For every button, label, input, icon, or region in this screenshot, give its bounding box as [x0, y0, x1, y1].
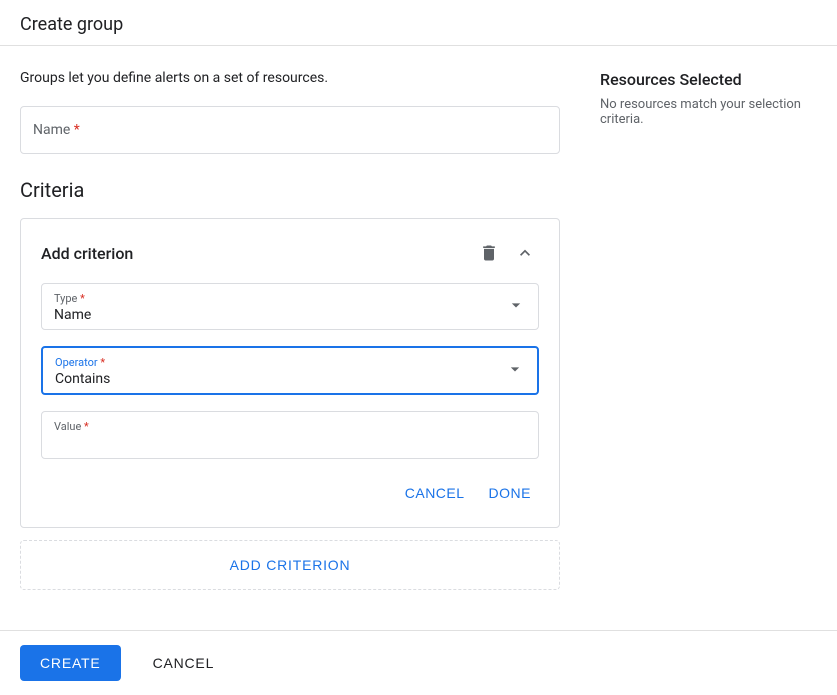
- criterion-actions: CANCEL DONE: [41, 479, 539, 507]
- collapse-criterion-button[interactable]: [511, 239, 539, 267]
- value-label: Value *: [54, 420, 526, 433]
- resources-title: Resources Selected: [600, 70, 817, 89]
- page-footer: CREATE CANCEL: [0, 630, 837, 695]
- cancel-button[interactable]: CANCEL: [133, 645, 235, 681]
- type-select-wrapper: Type * Name Name Tag Region: [41, 283, 539, 330]
- operator-select-wrapper: Operator * Contains Contains Does not co…: [41, 346, 539, 395]
- operator-field-group: Operator * Contains Contains Does not co…: [41, 346, 539, 395]
- criterion-done-button[interactable]: DONE: [481, 479, 539, 507]
- chevron-up-icon: [515, 243, 535, 263]
- value-field-group: Value *: [41, 411, 539, 459]
- value-input[interactable]: [54, 435, 526, 451]
- criterion-card: Add criterion: [20, 218, 560, 528]
- create-button[interactable]: CREATE: [20, 645, 121, 681]
- page-title: Create group: [20, 14, 817, 35]
- criterion-header-actions: [475, 239, 539, 267]
- add-criterion-button[interactable]: ADD CRITERION: [20, 540, 560, 590]
- delete-criterion-button[interactable]: [475, 239, 503, 267]
- criterion-cancel-button[interactable]: CANCEL: [397, 479, 473, 507]
- value-field-wrapper: Value *: [41, 411, 539, 459]
- name-input-container: Name *: [20, 106, 560, 154]
- criterion-header-title: Add criterion: [41, 244, 133, 263]
- criteria-section: Criteria Add criterion: [20, 178, 560, 590]
- criteria-title: Criteria: [20, 178, 560, 202]
- name-field-wrapper: Name *: [20, 106, 560, 154]
- trash-icon: [479, 243, 499, 263]
- criterion-header: Add criterion: [41, 239, 539, 267]
- left-panel: Groups let you define alerts on a set of…: [20, 70, 560, 590]
- page-header: Create group: [0, 0, 837, 46]
- type-field-group: Type * Name Name Tag Region: [41, 283, 539, 330]
- resources-empty-text: No resources match your selection criter…: [600, 97, 817, 127]
- description-text: Groups let you define alerts on a set of…: [20, 70, 560, 86]
- page-body: Groups let you define alerts on a set of…: [0, 46, 837, 614]
- right-panel: Resources Selected No resources match yo…: [600, 70, 817, 590]
- name-input[interactable]: [33, 122, 547, 138]
